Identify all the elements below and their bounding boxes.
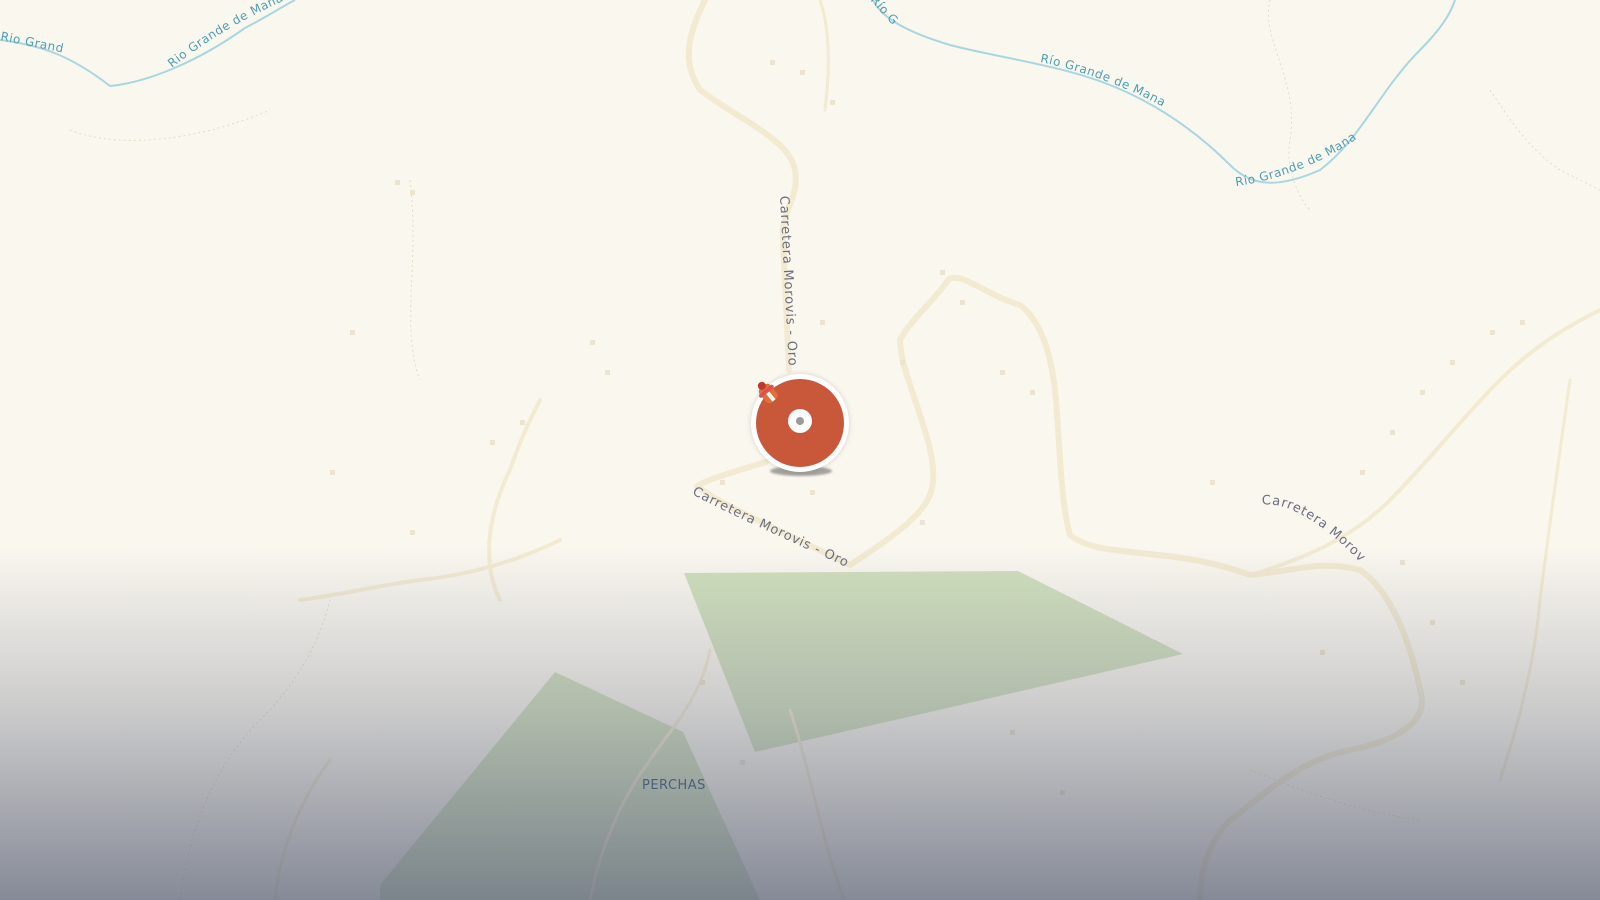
river-label: Río Grande de Manatí	[0, 0, 901, 28]
marker-hub	[788, 409, 812, 433]
road-network	[273, 0, 1600, 900]
river-label: Rio Grande de Manatí	[0, 0, 285, 70]
river-label: Rio Grande de Manatí	[0, 0, 65, 56]
location-marker[interactable]	[751, 374, 849, 472]
park-area-east	[684, 571, 1183, 752]
road-label: Carretera Morovis - Orocovis	[0, 0, 1369, 565]
marker-disc	[756, 379, 844, 467]
map-canvas[interactable]: Rio Grande de Manatí Rio Grande de Manat…	[0, 0, 1600, 900]
road-label: Carretera Morovis - Orocovis	[0, 0, 851, 571]
marker-hub-dot	[796, 417, 804, 425]
place-label: PERCHAS	[642, 778, 706, 793]
